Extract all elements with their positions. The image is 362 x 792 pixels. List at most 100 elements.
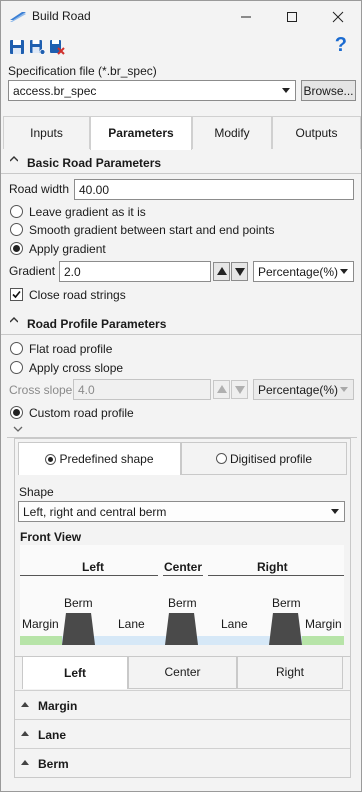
margin-left-label: Margin [22,617,59,631]
profile-params-title: Road Profile Parameters [27,317,167,331]
radio-dot-icon [45,453,57,465]
cross-slope-option-label: Apply cross slope [29,361,124,375]
margin-right-label: Margin [305,617,342,631]
chevron-down-icon [340,269,348,274]
close-icon [332,11,344,22]
leave-gradient-label: Leave gradient as it is [29,205,146,219]
save-as-icon[interactable] [29,39,45,55]
flat-profile-label: Flat road profile [29,342,113,356]
radio-leave-gradient[interactable] [10,205,23,218]
accordion-berm[interactable]: Berm [15,748,350,776]
divider [1,173,361,174]
chevron-down-icon [282,88,290,93]
expand-arrow-icon [21,760,29,765]
cross-slope-unit-select[interactable]: Percentage(%) [253,379,354,400]
minimize-button[interactable] [223,1,269,32]
shape-select[interactable]: Left, right and central berm [18,501,345,522]
profile-params-header[interactable]: Road Profile Parameters [1,313,361,335]
maximize-button[interactable] [269,1,315,32]
accordion-margin-label: Margin [38,699,78,713]
radio-smooth-gradient[interactable] [10,223,23,236]
radio-flat-profile[interactable] [10,342,23,355]
accordion-margin[interactable]: Margin [15,690,350,718]
tab-digitised-profile[interactable]: Digitised profile [181,442,347,475]
road-width-input[interactable]: 40.00 [74,179,354,200]
gradient-increment-button[interactable] [213,262,230,281]
close-button[interactable] [315,1,361,32]
gradient-unit-value: Percentage(%) [258,265,339,279]
arrow-up-icon [217,385,227,393]
cross-slope-increment-button[interactable] [213,380,230,399]
chevron-up-icon [10,317,18,323]
gradient-label: Gradient [9,264,56,278]
radio-apply-gradient[interactable] [10,242,23,255]
tab-right[interactable]: Right [237,656,343,689]
tab-modify[interactable]: Modify [192,116,272,149]
apply-gradient-label: Apply gradient [29,242,106,256]
gradient-decrement-button[interactable] [231,262,248,281]
tab-parameters[interactable]: Parameters [90,116,192,150]
tab-right-label: Right [275,665,304,679]
cross-slope-unit-value: Percentage(%) [258,383,339,397]
minimize-icon [241,16,251,17]
accordion-berm-label: Berm [38,757,69,771]
radio-cross-slope[interactable] [10,361,23,374]
basic-params-title: Basic Road Parameters [27,156,162,170]
browse-button[interactable]: Browse... [301,80,356,101]
cross-slope-decrement-button[interactable] [231,380,248,399]
predefined-shape-label: Predefined shape [59,452,154,466]
berm-center-label: Berm [168,596,197,610]
save-icon[interactable] [9,39,25,55]
radio-dot-icon [215,453,227,464]
tab-predefined-shape[interactable]: Predefined shape [18,442,181,475]
digitised-profile-label: Digitised profile [229,451,313,466]
main-tabs: Inputs Parameters Modify Outputs [3,116,361,150]
gradient-input[interactable]: 2.0 [59,261,211,282]
berm-right-shape [269,613,302,645]
expand-arrow-icon [21,731,29,736]
gradient-unit-select[interactable]: Percentage(%) [253,261,354,282]
maximize-icon [287,11,297,22]
tab-left[interactable]: Left [22,656,128,689]
accordion-lane[interactable]: Lane [15,719,350,747]
chevron-down-icon [331,509,339,514]
tab-center-label: Center [164,665,201,679]
arrow-down-icon [235,386,245,394]
title-bar: Build Road [1,1,361,32]
chevron-up-icon [10,156,18,162]
close-road-strings-checkbox[interactable] [10,288,23,301]
road-width-label: Road width [9,182,70,196]
shape-value: Left, right and central berm [23,505,167,519]
tab-center[interactable]: Center [128,656,237,689]
window-title: Build Road [32,9,91,23]
tab-outputs[interactable]: Outputs [272,116,361,149]
berm-left-shape [62,613,95,645]
smooth-gradient-label: Smooth gradient between start and end po… [29,223,275,237]
chevron-down-icon[interactable] [13,425,23,433]
help-button[interactable]: ? [335,34,347,57]
cross-slope-input[interactable]: 4.0 [73,379,211,400]
right-section-line [208,575,344,576]
front-view-title: Front View [20,530,82,544]
cross-slope-label: Cross slope [9,383,73,397]
margin-right-strip [302,636,344,645]
delete-icon[interactable] [49,39,65,55]
tab-left-label: Left [64,666,86,680]
accordion-lane-label: Lane [38,728,67,742]
basic-params-header[interactable]: Basic Road Parameters [1,152,361,174]
radio-custom-profile[interactable] [10,406,23,419]
berm-center-shape [165,613,198,645]
spec-file-value: access.br_spec [13,84,97,98]
left-section-line [20,575,158,576]
berm-right-label: Berm [272,596,301,610]
lane-left-label: Lane [118,617,145,631]
spec-file-combo[interactable]: access.br_spec [8,80,296,101]
chevron-down-icon [340,387,348,392]
spec-file-label: Specification file (*.br_spec) [8,64,157,78]
expand-arrow-icon [21,702,29,707]
shape-label: Shape [19,485,54,499]
tab-inputs[interactable]: Inputs [3,116,90,149]
front-view-center-label: Center [164,560,203,574]
divider [1,334,361,335]
checkmark-icon [12,290,21,299]
